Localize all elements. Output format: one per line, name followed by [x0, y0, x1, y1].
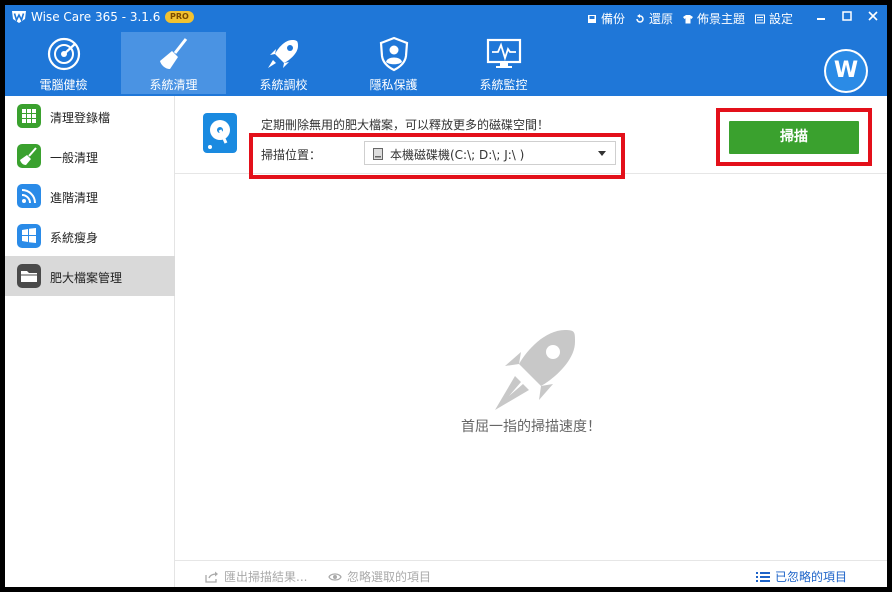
- app-title: Wise Care 365 - 3.1.6: [31, 10, 161, 24]
- settings-icon: [755, 14, 766, 23]
- sidebar-item-advanced-cleaner[interactable]: 進階清理: [5, 176, 175, 216]
- settings-button[interactable]: 設定: [755, 10, 793, 27]
- registry-grid-icon: [17, 104, 41, 128]
- main-nav: 電腦健檢 系統清理 系統調校 隱私保護 系統監控 W: [5, 30, 887, 96]
- app-logo-icon: [12, 11, 26, 23]
- maximize-button[interactable]: [839, 8, 855, 24]
- rocket-icon: [495, 330, 575, 410]
- sidebar: 清理登錄檔 一般清理 進階清理 系統瘦身 肥大檔案管理: [5, 96, 175, 587]
- sidebar-item-label: 系統瘦身: [50, 231, 99, 245]
- nav-pc-checkup-label: 電腦健檢: [39, 78, 88, 92]
- ignore-selected-label: 忽略選取的項目: [347, 570, 432, 584]
- nav-system-monitor-label: 系統監控: [479, 78, 528, 92]
- sidebar-item-registry-cleaner[interactable]: 清理登錄檔: [5, 96, 175, 136]
- user-avatar[interactable]: W: [824, 49, 868, 93]
- main-panel: 定期刪除無用的肥大檔案，可以釋放更多的磁碟空間！ 掃描位置： 本機磁碟機(C:\…: [175, 96, 887, 587]
- sidebar-item-common-cleaner[interactable]: 一般清理: [5, 136, 175, 176]
- maximize-icon: [842, 11, 852, 21]
- radar-icon: [47, 37, 81, 71]
- advanced-clean-icon: [17, 184, 41, 208]
- nav-privacy-label: 隱私保護: [369, 78, 418, 92]
- sidebar-item-label: 肥大檔案管理: [50, 271, 123, 285]
- restore-button[interactable]: 還原: [635, 10, 673, 27]
- empty-state-text: 首屈一指的掃描速度！: [461, 419, 601, 435]
- pro-badge: PRO: [165, 11, 194, 23]
- nav-system-cleaner-label: 系統清理: [149, 78, 198, 92]
- folder-icon: [17, 264, 41, 288]
- close-button[interactable]: [865, 8, 881, 24]
- ignore-selected-button[interactable]: 忽略選取的項目: [328, 568, 431, 585]
- title-actions: 備份 還原 佈景主題 設定: [587, 10, 793, 27]
- feature-description: 定期刪除無用的肥大檔案，可以釋放更多的磁碟空間！: [261, 118, 550, 132]
- restore-label: 還原: [649, 12, 674, 26]
- windows-icon: [17, 224, 41, 248]
- rocket-icon: [268, 40, 298, 68]
- sidebar-item-large-file-manager[interactable]: 肥大檔案管理: [5, 256, 175, 296]
- broom-icon: [17, 144, 41, 168]
- export-icon: [205, 571, 218, 583]
- backup-label: 備份: [601, 12, 626, 26]
- nav-system-tuneup-label: 系統調校: [259, 78, 308, 92]
- export-results-label: 匯出掃描結果...: [224, 570, 308, 584]
- tshirt-icon: [683, 14, 694, 23]
- title-bar: Wise Care 365 - 3.1.6 PRO 備份 還原 佈景主題 設定: [5, 5, 887, 30]
- footer-bar: 匯出掃描結果... 忽略選取的項目 已忽略的項目: [175, 560, 887, 587]
- sidebar-item-label: 進階清理: [50, 191, 99, 205]
- settings-label: 設定: [769, 12, 794, 26]
- shield-user-icon: [379, 36, 409, 72]
- export-results-button[interactable]: 匯出掃描結果...: [205, 568, 307, 585]
- list-icon: [756, 571, 770, 582]
- window-controls: [813, 8, 881, 24]
- app-window: Wise Care 365 - 3.1.6 PRO 備份 還原 佈景主題 設定: [5, 5, 887, 587]
- avatar-letter: W: [826, 51, 866, 91]
- nav-system-cleaner[interactable]: 系統清理: [121, 32, 226, 94]
- theme-label: 佈景主題: [697, 12, 746, 26]
- monitor-pulse-icon: [486, 38, 522, 68]
- ignored-items-label: 已忽略的項目: [775, 570, 848, 584]
- minimize-icon: [817, 18, 825, 20]
- backup-icon: [588, 14, 596, 23]
- nav-system-monitor[interactable]: 系統監控: [451, 32, 556, 94]
- empty-state: 首屈一指的掃描速度！: [175, 174, 887, 560]
- backup-button[interactable]: 備份: [587, 10, 625, 27]
- broom-icon: [160, 38, 188, 69]
- nav-pc-checkup[interactable]: 電腦健檢: [11, 32, 116, 94]
- ignored-items-button[interactable]: 已忽略的項目: [756, 568, 847, 585]
- highlight-box-scan: [716, 108, 872, 166]
- sidebar-item-label: 一般清理: [50, 151, 99, 165]
- nav-privacy[interactable]: 隱私保護: [341, 32, 446, 94]
- minimize-button[interactable]: [813, 8, 829, 24]
- scan-header: 定期刪除無用的肥大檔案，可以釋放更多的磁碟空間！ 掃描位置： 本機磁碟機(C:\…: [175, 96, 887, 179]
- highlight-box-location: [249, 133, 625, 179]
- hard-disk-icon: [203, 113, 237, 153]
- eye-icon: [328, 572, 342, 581]
- sidebar-item-system-slimming[interactable]: 系統瘦身: [5, 216, 175, 256]
- sidebar-item-label: 清理登錄檔: [50, 111, 111, 125]
- restore-icon: [636, 13, 644, 23]
- theme-button[interactable]: 佈景主題: [683, 10, 745, 27]
- close-icon: [868, 11, 878, 21]
- nav-system-tuneup[interactable]: 系統調校: [231, 32, 336, 94]
